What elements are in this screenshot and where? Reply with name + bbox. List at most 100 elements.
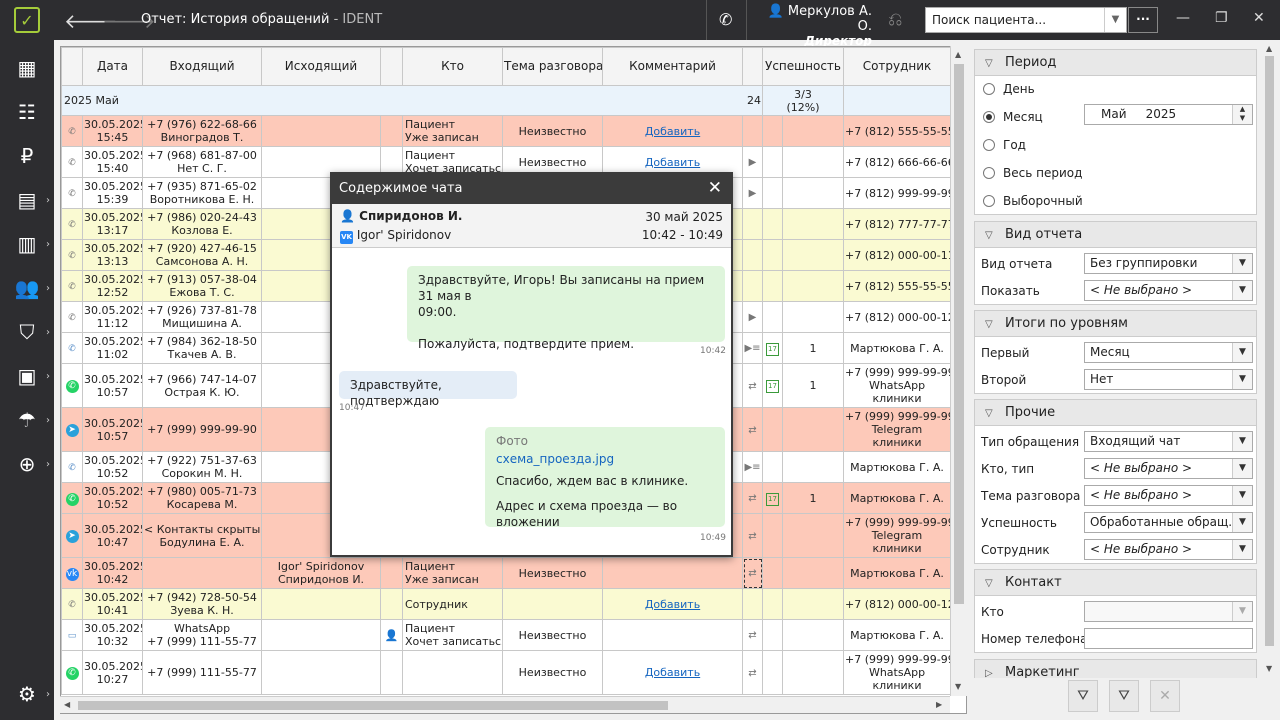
- add-comment-link[interactable]: Добавить: [645, 125, 700, 138]
- close-icon[interactable]: ✕: [708, 178, 722, 198]
- add-comment-link[interactable]: Добавить: [645, 598, 700, 611]
- report-type-select[interactable]: Без группировки ▼: [1084, 253, 1253, 274]
- scroll-thumb[interactable]: [78, 701, 668, 710]
- action-cell[interactable]: ▶: [742, 146, 763, 178]
- sidebar-item-payments[interactable]: ⊕ ›: [0, 442, 54, 486]
- action-cell[interactable]: ⇄: [742, 363, 763, 408]
- action-cell[interactable]: ▶≡: [742, 332, 763, 364]
- add-comment-link[interactable]: Добавить: [645, 156, 700, 169]
- chevron-down-icon[interactable]: ▼: [1104, 8, 1126, 32]
- chat-open-icon[interactable]: ⇄: [748, 568, 756, 579]
- scroll-thumb[interactable]: [954, 64, 964, 604]
- action-cell[interactable]: ⇄: [742, 482, 763, 514]
- column-header-actions[interactable]: [742, 47, 763, 86]
- sidebar-item-tasks[interactable]: ☷: [0, 90, 54, 134]
- stepper-arrows-icon[interactable]: ▲ ▼: [1232, 105, 1252, 124]
- chat-open-icon[interactable]: ⇄: [748, 381, 756, 392]
- action-cell[interactable]: ⇄: [742, 619, 763, 651]
- second-level-select[interactable]: Нет ▼: [1084, 369, 1253, 390]
- group-row[interactable]: 2025 Май 24 3/3 (12%): [61, 85, 951, 116]
- column-header-who[interactable]: Кто: [402, 47, 503, 86]
- more-button[interactable]: ···: [1128, 7, 1158, 33]
- column-header-comment[interactable]: Комментарий: [602, 47, 743, 86]
- chat-open-icon[interactable]: ⇄: [748, 531, 756, 542]
- reset-button[interactable]: ✕: [1150, 680, 1180, 712]
- section-header[interactable]: ▽ Прочие: [975, 400, 1256, 426]
- radio-day[interactable]: День: [983, 82, 1035, 96]
- play-icon[interactable]: ▶: [749, 312, 757, 323]
- column-header-topic[interactable]: Тема разговора: [502, 47, 603, 86]
- grid-horizontal-scrollbar[interactable]: ◀ ▶: [60, 696, 950, 713]
- add-comment-link[interactable]: Добавить: [645, 666, 700, 679]
- section-header[interactable]: ▷ Маркетинг: [975, 660, 1256, 678]
- ident-logo-icon[interactable]: ✓: [14, 7, 40, 33]
- success-select[interactable]: Обработанные обращ... ▼: [1084, 512, 1253, 533]
- table-row[interactable]: ✆ 30.05.2025 10:27 +7 (999) 111-55-77 Неизве…: [61, 650, 951, 695]
- telephony-icon[interactable]: ✆: [719, 10, 732, 29]
- scroll-left-icon[interactable]: ◀: [64, 700, 70, 709]
- chat-open-icon[interactable]: ⇄: [748, 425, 756, 436]
- chat-open-icon[interactable]: ⇄: [748, 630, 756, 641]
- play-icon[interactable]: ▶≡: [744, 462, 760, 473]
- chat-open-icon[interactable]: ⇄: [748, 493, 756, 504]
- table-row[interactable]: ✆ 30.05.2025 15:45 +7 (976) 622-68-66 Виногр…: [61, 115, 951, 147]
- sidebar-item-patients[interactable]: 👥 ›: [0, 266, 54, 310]
- show-select[interactable]: < Не выбрано > ▼: [1084, 280, 1253, 301]
- play-icon[interactable]: ▶: [749, 188, 757, 199]
- sidebar-item-dental[interactable]: ⛉ ›: [0, 310, 54, 354]
- topic-select[interactable]: < Не выбрано > ▼: [1084, 485, 1253, 506]
- column-header-employee[interactable]: Сотрудник: [843, 47, 951, 86]
- filters-scrollbar[interactable]: ▲ ▼: [1262, 42, 1277, 678]
- play-icon[interactable]: ▶≡: [744, 343, 760, 354]
- column-header-outgoing[interactable]: Исходящий: [261, 47, 381, 86]
- table-row[interactable]: vk 30.05.2025 10:42 Igor' Spiridonov Спиридо…: [61, 557, 951, 589]
- action-cell[interactable]: ▶: [742, 177, 763, 209]
- employee-select[interactable]: < Не выбрано > ▼: [1084, 539, 1253, 560]
- section-header[interactable]: ▽ Итоги по уровням: [975, 311, 1256, 337]
- clear-filter-button[interactable]: ⛛: [1109, 680, 1139, 712]
- scroll-up-icon[interactable]: ▲: [1266, 44, 1272, 53]
- first-level-select[interactable]: Месяц ▼: [1084, 342, 1253, 363]
- radio-month[interactable]: Месяц: [983, 110, 1043, 124]
- table-row[interactable]: ▭ 30.05.2025 10:32 WhatsApp +7 (999) 111-55-…: [61, 619, 951, 651]
- action-cell[interactable]: ⇄: [742, 513, 763, 558]
- scroll-right-icon[interactable]: ▶: [936, 700, 942, 709]
- restore-icon[interactable]: ❐: [1215, 10, 1228, 26]
- sidebar-item-cash[interactable]: ▤ ›: [0, 178, 54, 222]
- apply-filter-button[interactable]: ⛛: [1068, 680, 1098, 712]
- action-cell[interactable]: ⇄: [742, 557, 763, 589]
- sidebar-item-finance[interactable]: ₽: [0, 134, 54, 178]
- chat-open-icon[interactable]: ⇄: [748, 668, 756, 679]
- sidebar-item-settings[interactable]: ⚙ ›: [0, 672, 54, 716]
- grid-vertical-scrollbar[interactable]: ▲ ▼: [950, 46, 967, 696]
- scroll-up-icon[interactable]: ▲: [955, 50, 961, 59]
- comment-cell[interactable]: Добавить: [602, 115, 743, 147]
- section-header[interactable]: ▽ Контакт: [975, 570, 1256, 596]
- attachment-link[interactable]: схема_проезда.jpg: [496, 451, 714, 467]
- comment-cell[interactable]: Добавить: [602, 588, 743, 620]
- section-header[interactable]: ▽ Вид отчета: [975, 222, 1256, 248]
- column-header-success[interactable]: Успешность: [762, 47, 844, 86]
- radio-year[interactable]: Год: [983, 138, 1026, 152]
- action-cell[interactable]: ▶: [742, 301, 763, 333]
- sidebar-item-reports[interactable]: ▥ ›: [0, 222, 54, 266]
- column-header[interactable]: [380, 47, 403, 86]
- column-header-incoming[interactable]: Входящий: [142, 47, 262, 86]
- contact-who-select[interactable]: ▼: [1084, 601, 1253, 622]
- table-row[interactable]: ✆ 30.05.2025 10:41 +7 (942) 728-50-54 Зуева …: [61, 588, 951, 620]
- patient-search-input[interactable]: Поиск пациента... ▼: [925, 7, 1127, 33]
- radio-custom[interactable]: Выборочный: [983, 194, 1083, 208]
- action-cell[interactable]: ▶≡: [742, 451, 763, 483]
- radio-all-period[interactable]: Весь период: [983, 166, 1082, 180]
- month-year-stepper[interactable]: Май 2025 ▲ ▼: [1084, 104, 1253, 125]
- scroll-thumb[interactable]: [1265, 56, 1274, 646]
- phone-number-input[interactable]: [1084, 628, 1253, 649]
- close-icon[interactable]: ✕: [1253, 10, 1265, 26]
- action-cell[interactable]: ⇄: [742, 407, 763, 452]
- scroll-down-icon[interactable]: ▼: [955, 682, 961, 691]
- minimize-icon[interactable]: —: [1176, 10, 1190, 26]
- play-icon[interactable]: ▶: [749, 157, 757, 168]
- comment-cell[interactable]: Добавить: [602, 650, 743, 695]
- column-header[interactable]: [61, 47, 83, 86]
- user-info[interactable]: 👤 Меркулов А. О. Директор: [760, 4, 872, 48]
